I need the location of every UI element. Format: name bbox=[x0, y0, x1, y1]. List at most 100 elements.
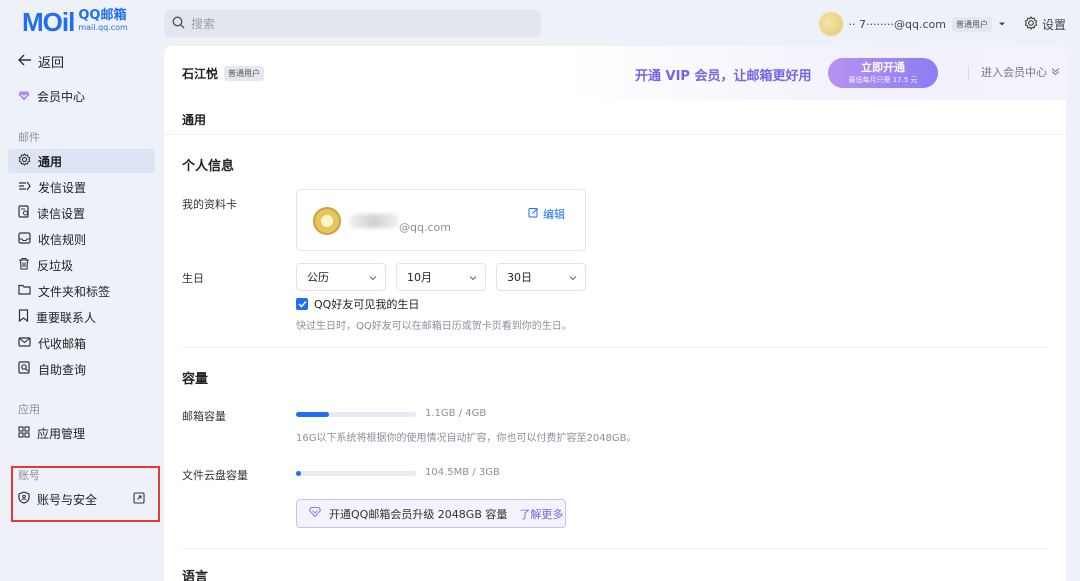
mailbox-capacity-text: 1.1GB / 4GB bbox=[425, 408, 487, 419]
page-title: 通用 bbox=[182, 113, 207, 127]
bookmark-icon bbox=[18, 309, 29, 325]
enter-vip-center-link[interactable]: 进入会员中心 bbox=[968, 66, 1060, 80]
trash-icon bbox=[18, 257, 30, 273]
sidebar-item-anti-spam[interactable]: 反垃圾 bbox=[8, 253, 155, 277]
cloud-capacity-text: 104.5MB / 3GB bbox=[425, 467, 500, 478]
inbox-icon bbox=[18, 231, 31, 247]
sidebar-item-label: 自助查询 bbox=[38, 362, 87, 377]
chevron-down-icon bbox=[369, 271, 377, 284]
profile-card-label: 我的资料卡 bbox=[182, 198, 237, 211]
vip-center-label: 会员中心 bbox=[37, 90, 86, 104]
search-icon bbox=[172, 15, 185, 32]
upgrade-capacity-banner[interactable]: 开通QQ邮箱会员升级 2048GB 容量 了解更多 bbox=[296, 499, 566, 528]
search-input[interactable] bbox=[191, 16, 491, 31]
sidebar-item-label: 反垃圾 bbox=[37, 258, 74, 273]
vip-button-price: 最低每月只需 17.5 元 bbox=[848, 76, 918, 84]
section-label-apps: 应用 bbox=[18, 403, 40, 416]
sidebar-item-label: 应用管理 bbox=[37, 426, 86, 441]
profile-email: @qq.com bbox=[399, 221, 451, 234]
user-email: ·· 7········@qq.com bbox=[848, 17, 946, 31]
user-level-badge: 普通用户 bbox=[224, 65, 265, 81]
birthday-hint: 快过生日时，QQ好友可以在邮箱日历或贺卡页看到你的生日。 bbox=[296, 321, 572, 332]
logo-name: QQ邮箱 bbox=[78, 8, 127, 23]
compose-icon bbox=[18, 180, 31, 195]
highlight-box bbox=[11, 466, 160, 522]
sidebar: 返回 会员中心 邮件 通用 发信设置 读信设置 收信规则 反垃圾 文件夹和标签 … bbox=[0, 46, 164, 581]
sidebar-item-label: 通用 bbox=[38, 154, 63, 169]
sidebar-item-app-management[interactable]: 应用管理 bbox=[8, 421, 155, 445]
divider bbox=[164, 134, 1066, 135]
calendar-type-value: 公历 bbox=[307, 271, 329, 284]
profile-card: @qq.com 编辑 bbox=[296, 189, 586, 251]
birthday-visible-checkbox-row[interactable]: QQ好友可见我的生日 bbox=[296, 296, 419, 312]
upgrade-text: 开通QQ邮箱会员升级 2048GB 容量 bbox=[329, 507, 508, 521]
cloud-capacity-fill bbox=[296, 471, 301, 476]
sidebar-item-general[interactable]: 通用 bbox=[8, 149, 155, 173]
mailbox-capacity-bar bbox=[296, 412, 416, 417]
top-bar: MOil QQ邮箱 mail.qq.com ·· 7········@qq.co… bbox=[0, 0, 1080, 46]
username: 石江悦 bbox=[182, 66, 219, 81]
edit-label: 编辑 bbox=[543, 208, 565, 221]
user-badge: 普通用户 bbox=[951, 16, 992, 32]
vip-button-label: 立即开通 bbox=[861, 61, 905, 74]
diamond-icon bbox=[308, 506, 322, 520]
avatar bbox=[313, 207, 341, 235]
sidebar-item-label: 文件夹和标签 bbox=[38, 284, 111, 299]
settings-label: 设置 bbox=[1041, 17, 1066, 32]
sidebar-item-collect-mail[interactable]: 代收邮箱 bbox=[8, 331, 155, 355]
sidebar-item-receive-rules[interactable]: 收信规则 bbox=[8, 227, 155, 251]
chevron-down-icon bbox=[469, 271, 477, 284]
folder-icon bbox=[18, 284, 31, 298]
blurred-name bbox=[349, 214, 399, 228]
divider bbox=[182, 347, 1048, 348]
birthday-month-select[interactable]: 10月 bbox=[396, 263, 486, 291]
read-icon bbox=[18, 205, 30, 221]
enter-vip-label: 进入会员中心 bbox=[981, 66, 1047, 79]
chevron-down-icon[interactable] bbox=[998, 17, 1006, 31]
mailbox-capacity-label: 邮箱容量 bbox=[182, 410, 226, 423]
sidebar-item-label: 收信规则 bbox=[38, 232, 87, 247]
settings-button[interactable]: 设置 bbox=[1024, 15, 1066, 33]
panel-header: 石江悦 普通用户 开通 VIP 会员，让邮箱更好用 立即开通 最低每月只需 17… bbox=[164, 46, 1066, 100]
search-box[interactable] bbox=[164, 10, 541, 37]
diamond-icon bbox=[18, 90, 30, 104]
back-button[interactable]: 返回 bbox=[18, 52, 64, 71]
divider bbox=[182, 548, 1048, 549]
logo-wordmark: MOil bbox=[22, 7, 75, 37]
mailbox-capacity-hint: 16G以下系统将根据你的使用情况自动扩容，你也可以付费扩容至2048GB。 bbox=[296, 433, 637, 444]
gear-icon bbox=[18, 153, 31, 169]
arrow-left-icon bbox=[18, 54, 32, 70]
vip-pitch-text: 开通 VIP 会员，让邮箱更好用 bbox=[635, 69, 812, 84]
capacity-heading: 容量 bbox=[182, 372, 209, 387]
birthday-day-select[interactable]: 30日 bbox=[496, 263, 586, 291]
learn-more-link[interactable]: 了解更多 bbox=[519, 506, 563, 522]
edit-profile-button[interactable]: 编辑 bbox=[528, 206, 565, 222]
cloud-capacity-bar bbox=[296, 471, 416, 476]
birthday-label: 生日 bbox=[182, 272, 204, 285]
vip-center-link[interactable]: 会员中心 bbox=[18, 88, 85, 105]
settings-panel: 石江悦 普通用户 开通 VIP 会员，让邮箱更好用 立即开通 最低每月只需 17… bbox=[164, 46, 1066, 581]
logo-domain: mail.qq.com bbox=[78, 23, 128, 32]
edit-icon bbox=[528, 207, 539, 221]
birthday-visible-checkbox[interactable] bbox=[296, 298, 308, 310]
sidebar-item-important-contacts[interactable]: 重要联系人 bbox=[8, 305, 155, 329]
sidebar-item-self-query[interactable]: 自助查询 bbox=[8, 357, 155, 381]
chevron-down-icon bbox=[569, 271, 577, 284]
sidebar-item-label: 代收邮箱 bbox=[38, 336, 87, 351]
birthday-visible-label: QQ好友可见我的生日 bbox=[314, 298, 420, 311]
avatar[interactable] bbox=[818, 12, 843, 36]
birthday-month-value: 10月 bbox=[407, 271, 432, 284]
back-label: 返回 bbox=[38, 56, 65, 71]
cloud-capacity-label: 文件云盘容量 bbox=[182, 469, 248, 482]
calendar-type-select[interactable]: 公历 bbox=[296, 263, 386, 291]
query-icon bbox=[18, 361, 31, 377]
sidebar-item-read-settings[interactable]: 读信设置 bbox=[8, 201, 155, 225]
gear-icon bbox=[1024, 15, 1038, 33]
sidebar-item-folders-tags[interactable]: 文件夹和标签 bbox=[8, 279, 155, 303]
vip-open-button[interactable]: 立即开通 最低每月只需 17.5 元 bbox=[828, 58, 938, 88]
qq-mail-logo[interactable]: MOil QQ邮箱 mail.qq.com bbox=[22, 8, 128, 36]
personal-info-heading: 个人信息 bbox=[182, 159, 235, 174]
sidebar-item-label: 重要联系人 bbox=[36, 310, 97, 325]
mailbox-capacity-fill bbox=[296, 412, 329, 417]
sidebar-item-send-settings[interactable]: 发信设置 bbox=[8, 175, 155, 199]
